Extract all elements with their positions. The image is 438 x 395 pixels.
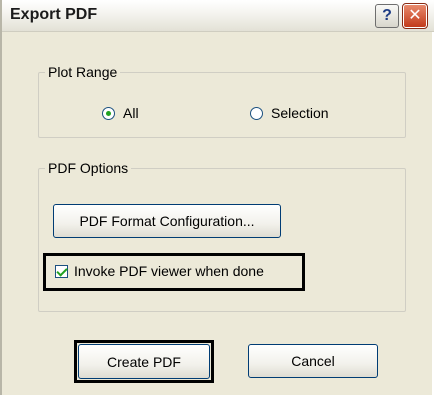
radio-selection-label: Selection <box>271 105 329 121</box>
help-button[interactable]: ? <box>375 4 399 28</box>
radio-selection[interactable]: Selection <box>250 105 329 121</box>
plot-range-group: Plot Range All Selection <box>38 64 406 138</box>
radio-all[interactable]: All <box>102 105 139 121</box>
create-pdf-button[interactable]: Create PDF <box>78 344 210 379</box>
pdf-options-group: PDF Options PDF Format Configuration... … <box>38 160 406 312</box>
window-title: Export PDF <box>10 6 98 23</box>
radio-all-label: All <box>123 105 139 121</box>
pdf-format-configuration-button[interactable]: PDF Format Configuration... <box>53 204 281 238</box>
close-icon: ✕ <box>408 7 422 24</box>
pdf-options-legend: PDF Options <box>48 160 129 176</box>
invoke-viewer-checkbox[interactable]: Invoke PDF viewer when done <box>55 263 264 279</box>
title-bar[interactable]: Export PDF ? ✕ <box>2 0 434 32</box>
cancel-button[interactable]: Cancel <box>248 344 378 378</box>
radio-selection-indicator[interactable] <box>250 106 263 120</box>
export-pdf-dialog: Export PDF ? ✕ Plot Range All Selection … <box>0 0 434 395</box>
radio-all-indicator[interactable] <box>102 106 115 120</box>
help-icon: ? <box>382 7 392 24</box>
invoke-viewer-checkbox-box[interactable] <box>55 264 68 278</box>
plot-range-legend: Plot Range <box>48 64 118 80</box>
invoke-viewer-label: Invoke PDF viewer when done <box>74 263 264 279</box>
close-button[interactable]: ✕ <box>402 3 428 29</box>
